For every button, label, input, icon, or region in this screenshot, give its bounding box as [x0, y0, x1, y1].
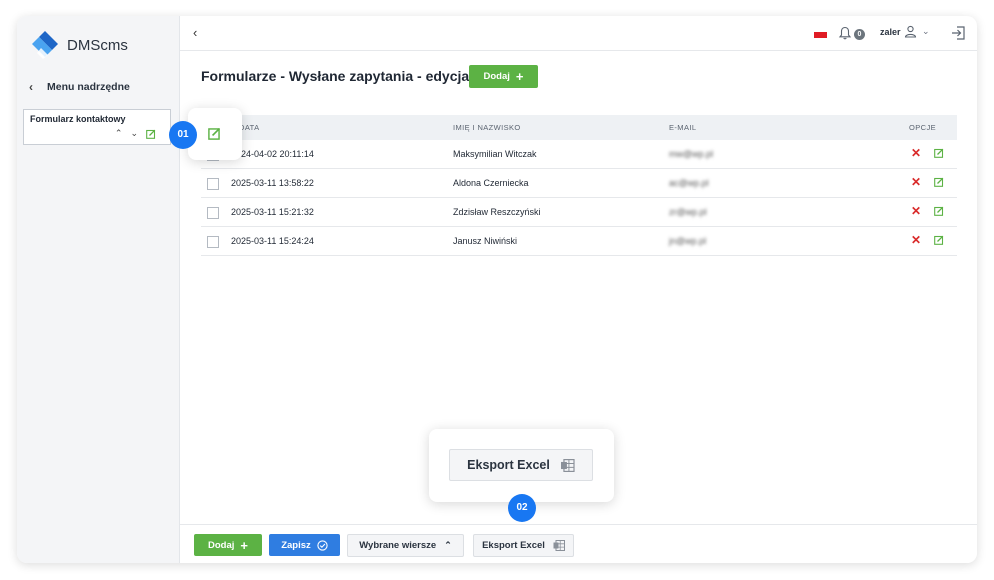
edit-icon[interactable] — [146, 129, 156, 139]
row-date: 2025-03-11 15:24:24 — [231, 236, 314, 246]
row-name: Janusz Niwiński — [453, 236, 518, 246]
add-button[interactable]: Dodaj + — [469, 65, 538, 88]
edit-icon[interactable] — [208, 127, 221, 140]
row-email: zr@wp.pl — [669, 207, 707, 217]
sidebar: DMScms ‹ Menu nadrzędne Formularz kontak… — [17, 16, 180, 563]
topbar: ‹ 0 zaler ⌄ — [180, 16, 977, 51]
add-bottom-label: Dodaj — [208, 539, 235, 551]
export-excel-button[interactable]: Eksport Excel — [473, 534, 574, 557]
row-name: Aldona Czerniecka — [453, 178, 529, 188]
notification-count-badge: 0 — [854, 29, 865, 40]
logo-icon — [32, 31, 58, 59]
edit-icon[interactable] — [934, 206, 944, 216]
table-header: DATA IMIĘ I NAZWISKO E-MAIL OPCJE — [201, 115, 957, 140]
check-circle-icon — [317, 539, 328, 551]
column-header-date[interactable]: DATA — [239, 123, 260, 132]
row-date: 2025-03-11 15:21:32 — [231, 207, 314, 217]
selected-rows-dropdown[interactable]: Wybrane wiersze ⌃ — [347, 534, 464, 557]
callout-badge-01: 01 — [169, 121, 197, 149]
save-button[interactable]: Zapisz — [269, 534, 340, 556]
delete-icon[interactable]: ✕ — [911, 146, 921, 160]
excel-icon — [560, 458, 575, 472]
row-checkbox[interactable] — [207, 236, 219, 248]
export-excel-label: Eksport Excel — [482, 540, 545, 551]
bottom-action-bar: Dodaj + Zapisz Wybrane wiersze ⌃ Eksport… — [180, 524, 977, 563]
row-email: mw@wp.pl — [669, 149, 714, 159]
parent-menu-link[interactable]: ‹ Menu nadrzędne — [29, 80, 130, 94]
chevron-down-icon[interactable]: ⌄ — [922, 26, 930, 37]
table-row: 2025-03-11 15:24:24 Janusz Niwiński jn@w… — [201, 227, 957, 256]
plus-icon: + — [240, 537, 248, 553]
row-name: Zdzisław Reszczyński — [453, 207, 541, 217]
save-label: Zapisz — [281, 539, 311, 551]
user-icon[interactable] — [904, 25, 917, 38]
delete-icon[interactable]: ✕ — [911, 175, 921, 189]
selected-rows-label: Wybrane wiersze — [359, 540, 437, 551]
sidebar-item-controls: ⌃ ⌄ — [115, 128, 156, 139]
delete-icon[interactable]: ✕ — [911, 204, 921, 218]
row-email: jn@wp.pl — [669, 236, 707, 246]
chevron-up-icon[interactable]: ⌃ — [115, 128, 123, 139]
callout-export-highlight: Eksport Excel — [429, 429, 614, 502]
edit-icon[interactable] — [934, 148, 944, 158]
logout-icon[interactable] — [951, 26, 966, 40]
table-row: 2025-03-11 15:21:32 Zdzisław Reszczyński… — [201, 198, 957, 227]
row-checkbox[interactable] — [207, 207, 219, 219]
table-row: 2025-03-11 13:58:22 Aldona Czerniecka ac… — [201, 169, 957, 198]
add-button-label: Dodaj — [483, 71, 510, 82]
row-name: Maksymilian Witczak — [453, 149, 537, 159]
parent-menu-label: Menu nadrzędne — [47, 81, 130, 93]
submissions-table: DATA IMIĘ I NAZWISKO E-MAIL OPCJE 2024-0… — [201, 115, 957, 256]
page-title: Formularze - Wysłane zapytania - edycja … — [201, 68, 491, 84]
row-checkbox[interactable] — [207, 178, 219, 190]
edit-icon[interactable] — [934, 177, 944, 187]
delete-icon[interactable]: ✕ — [911, 233, 921, 247]
add-bottom-button[interactable]: Dodaj + — [194, 534, 262, 556]
user-name[interactable]: zaler — [880, 27, 901, 37]
app-window: DMScms ‹ Menu nadrzędne Formularz kontak… — [17, 16, 977, 563]
row-date: 2024-04-02 20:11:14 — [231, 149, 314, 159]
app-name: DMScms — [67, 36, 128, 54]
excel-icon — [553, 540, 565, 551]
chevron-left-icon: ‹ — [29, 80, 33, 94]
column-header-options: OPCJE — [909, 123, 937, 132]
row-date: 2025-03-11 13:58:22 — [231, 178, 314, 188]
chevron-left-icon[interactable]: ‹ — [193, 25, 197, 40]
edit-icon[interactable] — [934, 235, 944, 245]
plus-icon: + — [515, 69, 524, 84]
sidebar-item-contact-form[interactable]: Formularz kontaktowy ⌃ ⌄ — [23, 109, 171, 145]
export-excel-button-zoomed[interactable]: Eksport Excel — [449, 449, 593, 481]
chevron-down-icon[interactable]: ⌄ — [130, 128, 138, 139]
callout-badge-02: 02 — [508, 494, 536, 522]
table-row: 2024-04-02 20:11:14 Maksymilian Witczak … — [201, 140, 957, 169]
logo[interactable]: DMScms — [31, 30, 128, 60]
row-email: ac@wp.pl — [669, 178, 709, 188]
column-header-name[interactable]: IMIĘ I NAZWISKO — [453, 123, 521, 132]
language-flag[interactable] — [814, 32, 827, 38]
sidebar-item-label: Formularz kontaktowy — [30, 114, 126, 124]
chevron-up-icon: ⌃ — [444, 540, 452, 550]
export-excel-zoomed-label: Eksport Excel — [467, 458, 550, 472]
bell-icon[interactable] — [838, 26, 852, 40]
column-header-email[interactable]: E-MAIL — [669, 123, 696, 132]
